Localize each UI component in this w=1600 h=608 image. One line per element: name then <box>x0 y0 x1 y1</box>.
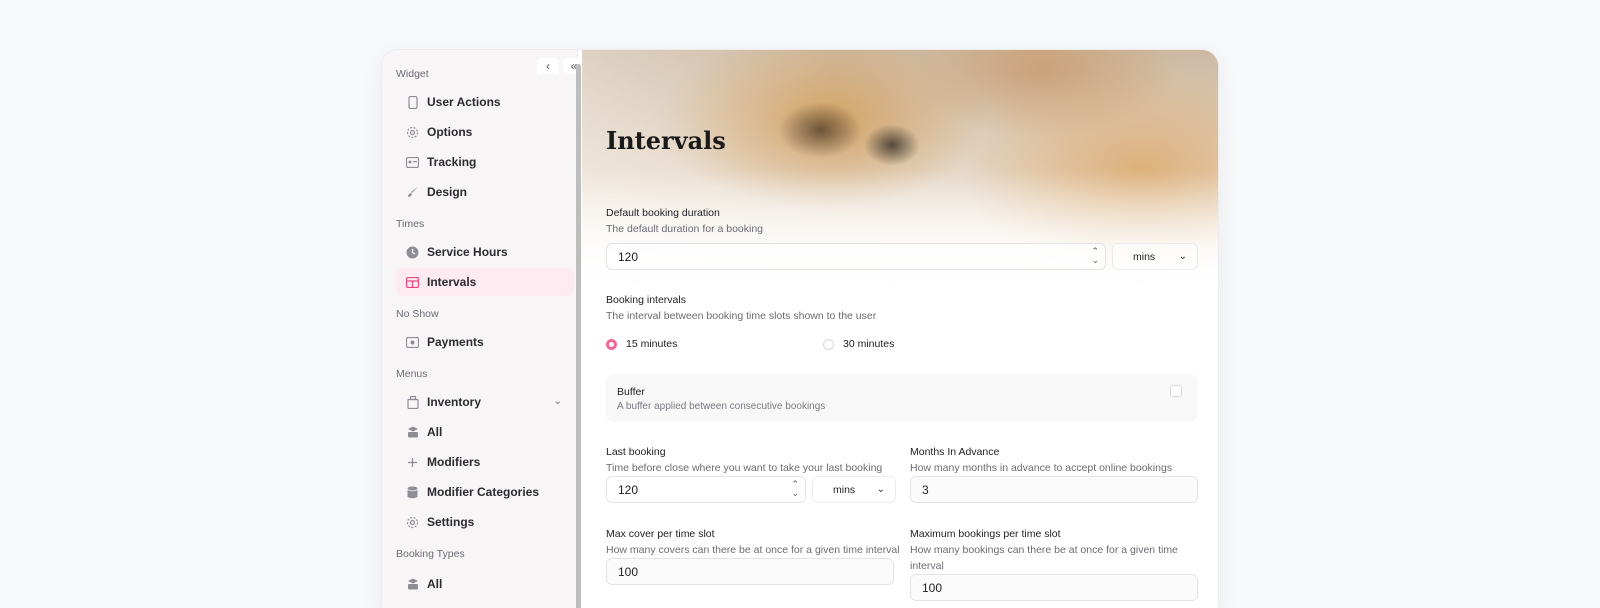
sidebar: ‹ « Widget User Actions Options Tracking <box>382 50 585 608</box>
default-duration-description: The default duration for a booking <box>606 223 764 235</box>
sidebar-item-label: User Actions <box>427 95 501 109</box>
sidebar-item-label: Options <box>427 125 473 139</box>
radio-label: 15 minutes <box>626 338 678 350</box>
radio-checked-icon <box>606 338 617 350</box>
default-duration-unit-select[interactable]: mins ⌄ <box>1112 243 1198 270</box>
sidebar-item-design[interactable]: Design <box>396 178 574 206</box>
app-window: ‹ « Widget User Actions Options Tracking <box>382 50 1218 608</box>
max-cover-label: Max cover per time slot <box>606 528 715 540</box>
section-no-show: No Show <box>396 308 439 320</box>
months-advance-value: 3 <box>922 482 929 497</box>
sidebar-item-label: All <box>427 425 443 439</box>
section-widget: Widget <box>396 68 429 80</box>
buffer-checkbox[interactable] <box>1170 385 1182 397</box>
package-icon <box>406 395 419 409</box>
sidebar-scrollbar[interactable] <box>576 64 581 608</box>
chevron-down-icon: ⌄ <box>876 484 885 495</box>
sidebar-item-label: Modifier Categories <box>427 485 540 499</box>
gear-icon <box>406 126 419 139</box>
last-booking-input[interactable]: 120 ⌃ ⌄ <box>606 476 806 503</box>
main-panel: Intervals Default booking duration The d… <box>582 50 1218 608</box>
buffer-card: Buffer A buffer applied between consecut… <box>606 374 1198 422</box>
booking-intervals-label: Booking intervals <box>606 294 686 306</box>
max-bookings-label: Maximum bookings per time slot <box>910 528 1061 540</box>
section-booking-types: Booking Types <box>396 548 465 560</box>
table-icon <box>406 276 419 289</box>
months-advance-label: Months In Advance <box>910 446 1000 458</box>
clock-icon <box>406 246 419 259</box>
section-times: Times <box>396 218 425 230</box>
sidebar-item-inventory[interactable]: Inventory ⌄ <box>396 388 574 416</box>
max-bookings-description-cont: interval <box>910 560 944 572</box>
sidebar-item-intervals[interactable]: Intervals <box>396 268 574 296</box>
sidebar-item-service-hours[interactable]: Service Hours <box>396 238 574 266</box>
sidebar-item-label: Inventory <box>427 395 482 409</box>
sidebar-item-modifier-categories[interactable]: Modifier Categories <box>396 478 574 506</box>
max-cover-value: 100 <box>618 564 639 579</box>
sidebar-item-all-booking-types[interactable]: All <box>396 570 574 598</box>
max-bookings-value: 100 <box>922 580 943 595</box>
buffer-description: A buffer applied between consecutive boo… <box>617 401 826 412</box>
sidebar-item-label: All <box>427 577 443 591</box>
sidebar-item-modifiers[interactable]: Modifiers <box>396 448 574 476</box>
sidebar-item-label: Tracking <box>427 155 477 169</box>
max-cover-input[interactable]: 100 <box>606 558 894 585</box>
chevron-down-icon[interactable]: ⌄ <box>554 396 562 407</box>
sidebar-item-label: Modifiers <box>427 455 481 469</box>
months-advance-input[interactable]: 3 <box>910 476 1198 503</box>
page-title: Intervals <box>606 126 726 155</box>
brush-icon <box>406 186 419 199</box>
gear-icon <box>406 516 419 529</box>
sidebar-item-payments[interactable]: Payments <box>396 328 574 356</box>
database-icon <box>406 486 419 499</box>
chevron-down-icon: ⌄ <box>1178 251 1187 262</box>
plus-icon <box>406 456 419 469</box>
max-bookings-input[interactable]: 100 <box>910 574 1198 601</box>
sidebar-item-user-actions[interactable]: User Actions <box>396 88 574 116</box>
sidebar-item-label: Settings <box>427 515 475 529</box>
radio-30-minutes[interactable]: 30 minutes <box>823 338 894 350</box>
last-booking-unit-select[interactable]: mins ⌄ <box>812 476 896 503</box>
stack-icon <box>406 578 419 591</box>
last-booking-label: Last booking <box>606 446 666 458</box>
months-advance-description: How many months in advance to accept onl… <box>910 462 1173 474</box>
default-duration-unit: mins <box>1133 250 1156 263</box>
stack-icon <box>406 426 419 439</box>
max-bookings-description: How many bookings can there be at once f… <box>910 544 1178 556</box>
sidebar-item-label: Intervals <box>427 275 477 289</box>
max-cover-description: How many covers can there be at once for… <box>606 544 900 556</box>
default-duration-label: Default booking duration <box>606 207 720 219</box>
sidebar-item-settings[interactable]: Settings <box>396 508 574 536</box>
buffer-label: Buffer <box>617 386 645 398</box>
payment-icon <box>406 336 419 349</box>
id-card-icon <box>406 156 419 169</box>
default-duration-value: 120 <box>618 249 639 264</box>
phone-icon <box>406 95 419 109</box>
sidebar-item-all-menus[interactable]: All <box>396 418 574 446</box>
section-menus: Menus <box>396 368 428 380</box>
sidebar-item-options[interactable]: Options <box>396 118 574 146</box>
sidebar-item-tracking[interactable]: Tracking <box>396 148 574 176</box>
last-booking-description: Time before close where you want to take… <box>606 462 883 474</box>
collapse-left-icon[interactable]: ‹ <box>537 58 559 74</box>
radio-unchecked-icon <box>823 338 834 350</box>
last-booking-value: 120 <box>618 482 639 497</box>
radio-15-minutes[interactable]: 15 minutes <box>606 338 677 350</box>
sidebar-item-label: Design <box>427 185 468 199</box>
booking-intervals-description: The interval between booking time slots … <box>606 310 877 322</box>
sidebar-item-label: Payments <box>427 335 484 349</box>
sidebar-item-label: Service Hours <box>427 245 508 259</box>
last-booking-unit: mins <box>833 483 856 496</box>
stepper-icon[interactable]: ⌃ ⌄ <box>1091 247 1099 265</box>
stepper-icon[interactable]: ⌃ ⌄ <box>791 480 799 498</box>
radio-label: 30 minutes <box>843 338 895 350</box>
default-duration-input[interactable]: 120 ⌃ ⌄ <box>606 243 1106 270</box>
